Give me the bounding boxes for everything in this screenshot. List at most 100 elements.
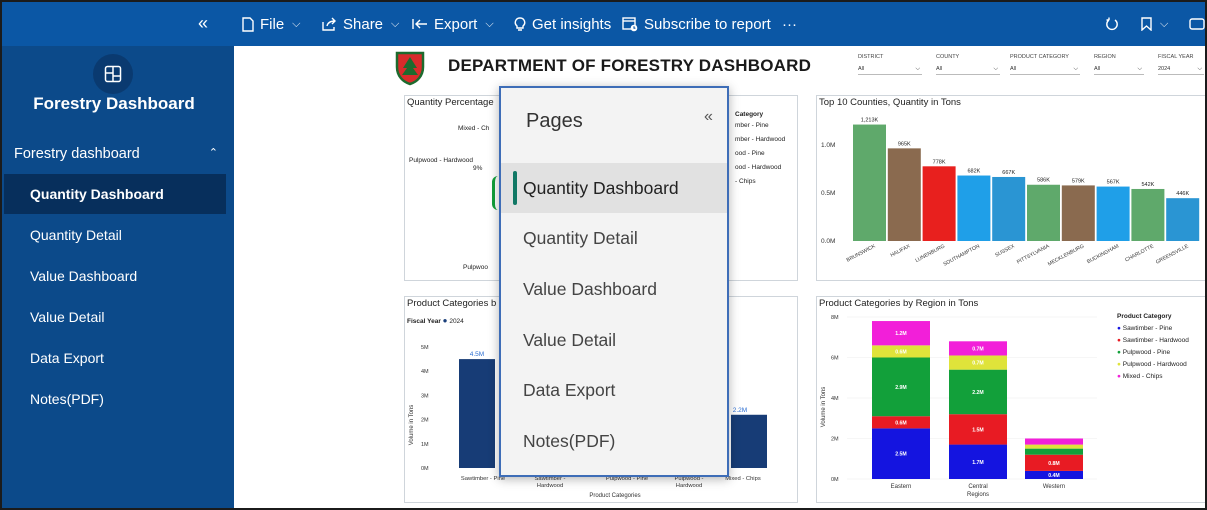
app-window: « File ⌵ Share ⌵ Export ⌵ Get insights S…: [0, 0, 1207, 510]
top-counties-chart: 1.0M 0.5M 0.0M 1,213K BRUNSWICK 965K HALIFAX 77…: [821, 118, 1200, 268]
x-tick-label: BRUNSWICK: [846, 243, 877, 263]
slicer-label: REGION: [1094, 54, 1116, 60]
page-quantity-detail[interactable]: Quantity Detail: [501, 213, 727, 263]
x-tick-label: HALIFAX: [890, 243, 912, 259]
segment-label: 0.6M: [895, 420, 907, 426]
file-menu[interactable]: File ⌵: [242, 2, 301, 46]
data-label: 965K: [898, 141, 911, 147]
subscribe-button[interactable]: Subscribe to report: [622, 2, 771, 46]
data-label: 2.2M: [733, 407, 747, 414]
stacked-segment: [1025, 448, 1083, 455]
x-axis-label: Regions: [967, 492, 989, 498]
more-options-button[interactable]: ···: [782, 2, 797, 46]
subscribe-label: Subscribe to report: [644, 15, 771, 33]
pie-label: Pulpwood - Hardwood: [409, 157, 473, 164]
region-panel: Product Categories by Region in Tons 8M 6…: [816, 296, 1205, 503]
data-label: 682K: [967, 169, 980, 175]
x-tick-label: GREENSVILLE: [1155, 243, 1190, 265]
segment-label: 0.7M: [972, 346, 984, 352]
legend-title: Category: [735, 111, 764, 118]
page-value-dashboard[interactable]: Value Dashboard: [501, 264, 727, 314]
bookmark-menu[interactable]: ⌵: [1141, 2, 1168, 46]
y-tick-label: 3M: [421, 393, 429, 399]
data-label: 4.5M: [470, 351, 484, 358]
county-bar: [1131, 188, 1165, 241]
data-label: 778K: [933, 159, 946, 165]
sidebar-item-value-detail[interactable]: Value Detail: [4, 297, 226, 337]
slicer-fiscal-year[interactable]: FISCAL YEAR 2024 ⌵: [1158, 54, 1204, 82]
chevron-down-icon: ⌵: [993, 66, 998, 72]
pages-flyout: Pages « Quantity Dashboard Quantity Deta…: [499, 86, 729, 477]
sidebar: Forestry Dashboard Forestry dashboard ⌃ …: [2, 46, 234, 508]
slicer-county[interactable]: COUNTY All ⌵: [936, 54, 1000, 82]
slicer-value: 2024: [1158, 66, 1171, 72]
pie-label: Mixed - Ch: [458, 125, 490, 132]
legend-label: Pulpwood - Pine: [1122, 349, 1171, 356]
county-bar: [853, 124, 886, 241]
sidebar-item-label: Value Dashboard: [30, 268, 138, 284]
lightbulb-icon: [514, 16, 526, 31]
pie-slice: [492, 176, 498, 210]
top-counties-panel: Top 10 Counties, Quantity in Tons 1.0M 0.…: [816, 95, 1205, 281]
x-tick-label: Mixed - Chips: [725, 476, 761, 482]
y-tick-label: 4M: [421, 369, 429, 375]
segment-label: 0.6M: [895, 349, 907, 355]
x-tick-label: Hardwood: [537, 483, 563, 489]
slicer-value: All: [1094, 66, 1101, 72]
chevron-down-icon: ⌵: [485, 17, 494, 30]
slicer-product-category[interactable]: PRODUCT CATEGORY All ⌵: [1010, 54, 1080, 82]
slicer-value: All: [858, 66, 865, 72]
export-menu[interactable]: Export ⌵: [412, 2, 494, 46]
x-tick-label: LUNENBURG: [914, 243, 946, 264]
legend-label: Mixed - Chips: [1122, 373, 1163, 380]
x-tick-label: BUCKINGHAM: [1086, 243, 1120, 265]
segment-label: 0.4M: [1048, 473, 1060, 479]
chevron-down-icon: ⌵: [1137, 66, 1142, 72]
y-tick-label: 1.0M: [821, 142, 835, 149]
sidebar-item-value-dashboard[interactable]: Value Dashboard: [4, 256, 226, 296]
page-value-detail[interactable]: Value Detail: [501, 315, 727, 365]
sidebar-item-quantity-detail[interactable]: Quantity Detail: [4, 215, 226, 255]
page-label: Notes(PDF): [523, 430, 616, 451]
pages-title: Pages: [526, 110, 583, 132]
y-tick-label: 0.5M: [821, 190, 835, 197]
get-insights-button[interactable]: Get insights: [514, 2, 611, 46]
slicer-district[interactable]: DISTRICT All ⌵: [858, 54, 922, 82]
slicer-region[interactable]: REGION All ⌵: [1094, 54, 1144, 82]
data-label: 579K: [1072, 178, 1085, 184]
reset-button[interactable]: [1105, 2, 1119, 46]
page-data-export[interactable]: Data Export: [501, 365, 727, 415]
sidebar-item-quantity-dashboard[interactable]: Quantity Dashboard: [4, 174, 226, 214]
y-tick-label: 8M: [831, 315, 839, 321]
sidebar-item-data-export[interactable]: Data Export: [4, 338, 226, 378]
chevron-down-icon: ⌵: [1160, 17, 1169, 30]
sidebar-item-label: Notes(PDF): [30, 391, 104, 407]
page-quantity-dashboard[interactable]: Quantity Dashboard: [501, 163, 727, 213]
category-bar: [459, 359, 495, 468]
sidebar-item-label: Quantity Dashboard: [30, 186, 164, 202]
sidebar-section-forestry[interactable]: Forestry dashboard ⌃: [14, 146, 224, 162]
view-button[interactable]: [1189, 2, 1205, 46]
x-tick-label: Western: [1043, 484, 1065, 490]
county-bar: [1096, 186, 1130, 241]
app-title: Forestry Dashboard: [33, 94, 195, 113]
y-tick-label: 6M: [831, 356, 839, 362]
file-label: File: [260, 15, 285, 33]
reset-icon: [1106, 17, 1118, 31]
data-label: 1,213K: [861, 118, 879, 124]
collapse-nav-icon[interactable]: «: [198, 13, 208, 34]
legend-label: Sawtimber - Pine: [1122, 325, 1173, 332]
data-label: 446K: [1176, 191, 1189, 197]
sidebar-item-notes-pdf[interactable]: Notes(PDF): [4, 379, 226, 419]
county-bar: [1027, 184, 1060, 241]
legend-item: - Chips: [735, 178, 756, 185]
x-tick-label: PITTSYLVANIA: [1016, 243, 1051, 265]
segment-label: 1.5M: [972, 427, 984, 433]
share-menu[interactable]: Share ⌵: [322, 2, 399, 46]
collapse-pages-icon[interactable]: «: [704, 108, 713, 126]
legend-item: ● Pulpwood - Hardwood: [1117, 361, 1187, 368]
segment-label: 0.8M: [1048, 461, 1060, 467]
share-label: Share: [343, 15, 384, 33]
share-icon: [322, 17, 336, 31]
page-notes-pdf[interactable]: Notes(PDF): [501, 416, 727, 466]
